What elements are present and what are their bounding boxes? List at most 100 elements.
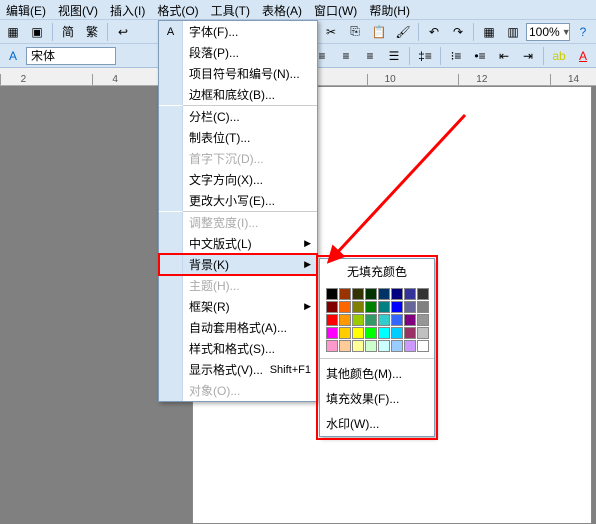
zoom-input[interactable]: 100%▼ xyxy=(526,23,570,41)
menu-item[interactable]: A字体(F)... xyxy=(159,21,317,42)
menu-item[interactable]: 分栏(C)... xyxy=(159,106,317,127)
menu-item[interactable]: 显示格式(V)...Shift+F1 xyxy=(159,359,317,380)
color-swatch[interactable] xyxy=(326,340,338,352)
menu-item[interactable]: 中文版式(L)▶ xyxy=(159,233,317,254)
simplified-icon[interactable]: 简 xyxy=(57,22,79,42)
menu-window[interactable]: 窗口(W) xyxy=(308,0,363,19)
color-swatch[interactable] xyxy=(404,340,416,352)
menu-item[interactable]: 背景(K)▶ xyxy=(159,254,317,275)
traditional-icon[interactable]: 繁 xyxy=(81,22,103,42)
align-right-icon[interactable]: ≡ xyxy=(335,46,357,66)
color-swatch[interactable] xyxy=(404,288,416,300)
menu-format[interactable]: 格式(O) xyxy=(151,0,204,19)
copy-icon[interactable]: ⎘ xyxy=(344,22,366,42)
format-painter-icon[interactable]: 🖌 xyxy=(392,22,414,42)
color-swatch[interactable] xyxy=(365,340,377,352)
more-colors-button[interactable]: 其他颜色(M)... xyxy=(320,361,434,386)
menu-item-icon xyxy=(159,148,183,169)
color-swatch[interactable] xyxy=(352,340,364,352)
bullets-icon[interactable]: •≡ xyxy=(469,46,491,66)
toolbar-button[interactable]: ▦ xyxy=(2,22,24,42)
menu-edit[interactable]: 编辑(E) xyxy=(0,0,52,19)
no-fill-button[interactable]: 无填充颜色 xyxy=(320,259,434,284)
style-icon[interactable]: A xyxy=(2,46,24,66)
highlight-icon[interactable]: ab xyxy=(548,46,570,66)
color-swatch[interactable] xyxy=(326,327,338,339)
menu-item[interactable]: 样式和格式(S)... xyxy=(159,338,317,359)
color-swatch[interactable] xyxy=(339,288,351,300)
fill-effects-button[interactable]: 填充效果(F)... xyxy=(320,386,434,411)
menu-item-label: 项目符号和编号(N)... xyxy=(183,65,317,82)
color-swatch[interactable] xyxy=(417,327,429,339)
color-swatch[interactable] xyxy=(352,314,364,326)
color-swatch[interactable] xyxy=(391,301,403,313)
cut-icon[interactable]: ✂ xyxy=(320,22,342,42)
font-color-icon[interactable]: A xyxy=(572,46,594,66)
menu-item-icon xyxy=(159,359,183,380)
menu-item[interactable]: 制表位(T)... xyxy=(159,127,317,148)
color-swatch[interactable] xyxy=(378,327,390,339)
menu-item-label: 文字方向(X)... xyxy=(183,171,317,188)
toolbar-button[interactable]: ▣ xyxy=(26,22,48,42)
align-justify-icon[interactable]: ≡ xyxy=(359,46,381,66)
menu-table[interactable]: 表格(A) xyxy=(256,0,308,19)
menu-view[interactable]: 视图(V) xyxy=(52,0,104,19)
menu-item[interactable]: 段落(P)... xyxy=(159,42,317,63)
toolbar-button[interactable]: ▦ xyxy=(478,22,500,42)
color-swatch[interactable] xyxy=(339,340,351,352)
menu-item[interactable]: 文字方向(X)... xyxy=(159,169,317,190)
color-swatch[interactable] xyxy=(378,340,390,352)
menubar: 编辑(E) 视图(V) 插入(I) 格式(O) 工具(T) 表格(A) 窗口(W… xyxy=(0,0,596,20)
menu-item[interactable]: 框架(R)▶ xyxy=(159,296,317,317)
color-swatch[interactable] xyxy=(326,288,338,300)
toolbar-button[interactable]: ▥ xyxy=(502,22,524,42)
indent-icon[interactable]: ⇥ xyxy=(517,46,539,66)
menu-item-icon xyxy=(159,275,183,296)
menu-item[interactable]: 项目符号和编号(N)... xyxy=(159,63,317,84)
color-swatch[interactable] xyxy=(417,288,429,300)
menu-item[interactable]: 边框和底纹(B)... xyxy=(159,84,317,105)
color-swatch[interactable] xyxy=(365,301,377,313)
toolbar-button[interactable]: ↩ xyxy=(112,22,134,42)
color-swatch[interactable] xyxy=(404,327,416,339)
menu-item[interactable]: 自动套用格式(A)... xyxy=(159,317,317,338)
color-swatch[interactable] xyxy=(378,314,390,326)
color-swatch[interactable] xyxy=(352,327,364,339)
color-swatch[interactable] xyxy=(339,327,351,339)
color-swatch[interactable] xyxy=(417,301,429,313)
menu-tools[interactable]: 工具(T) xyxy=(205,0,256,19)
color-swatch[interactable] xyxy=(352,288,364,300)
undo-icon[interactable]: ↶ xyxy=(423,22,445,42)
redo-icon[interactable]: ↷ xyxy=(447,22,469,42)
menu-insert[interactable]: 插入(I) xyxy=(104,0,151,19)
line-spacing-icon[interactable]: ‡≡ xyxy=(414,46,436,66)
color-swatch[interactable] xyxy=(391,327,403,339)
outdent-icon[interactable]: ⇤ xyxy=(493,46,515,66)
align-distribute-icon[interactable]: ☰ xyxy=(383,46,405,66)
color-swatch[interactable] xyxy=(391,340,403,352)
color-swatch[interactable] xyxy=(365,314,377,326)
color-swatch[interactable] xyxy=(391,288,403,300)
color-swatch[interactable] xyxy=(339,301,351,313)
menu-help[interactable]: 帮助(H) xyxy=(363,0,416,19)
color-swatch[interactable] xyxy=(365,327,377,339)
color-swatch[interactable] xyxy=(326,314,338,326)
color-swatch[interactable] xyxy=(417,340,429,352)
color-swatch[interactable] xyxy=(404,314,416,326)
watermark-button[interactable]: 水印(W)... xyxy=(320,411,434,436)
color-swatch[interactable] xyxy=(378,288,390,300)
menu-item-icon xyxy=(159,190,183,211)
color-swatch[interactable] xyxy=(391,314,403,326)
color-swatch[interactable] xyxy=(417,314,429,326)
color-swatch[interactable] xyxy=(326,301,338,313)
color-swatch[interactable] xyxy=(352,301,364,313)
menu-item[interactable]: 更改大小写(E)... xyxy=(159,190,317,211)
paste-icon[interactable]: 📋 xyxy=(368,22,390,42)
color-swatch[interactable] xyxy=(365,288,377,300)
help-icon[interactable]: ? xyxy=(572,22,594,42)
numbering-icon[interactable]: ⁝≡ xyxy=(445,46,467,66)
font-select[interactable]: 宋体 xyxy=(26,47,116,65)
color-swatch[interactable] xyxy=(339,314,351,326)
color-swatch[interactable] xyxy=(378,301,390,313)
color-swatch[interactable] xyxy=(404,301,416,313)
